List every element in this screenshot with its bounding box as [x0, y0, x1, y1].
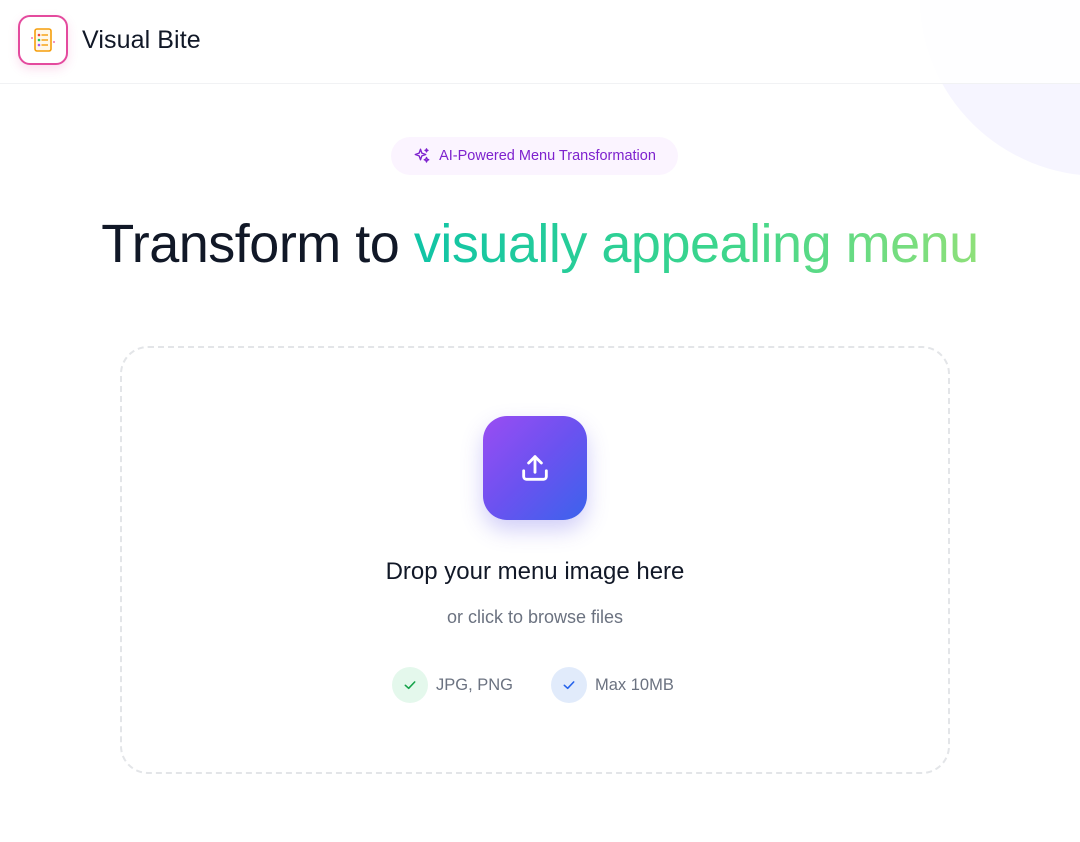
- sparkles-icon: [414, 148, 430, 163]
- size-chip: Max 10MB: [551, 667, 674, 703]
- top-header: Visual Bite: [0, 0, 1080, 84]
- hero-heading: Transform to visually appealing menu: [0, 210, 1080, 278]
- format-check-badge: [392, 667, 428, 703]
- browse-files-link[interactable]: or click to browse files: [0, 605, 1070, 629]
- format-chip-label: JPG, PNG: [436, 675, 514, 694]
- check-icon: [563, 681, 575, 690]
- upload-icon: [522, 455, 548, 481]
- size-chip-label: Max 10MB: [595, 675, 674, 694]
- badge-label: AI-Powered Menu Transformation: [439, 148, 656, 164]
- logo[interactable]: [18, 15, 68, 65]
- hero-highlight-text: visually appealing menu: [413, 214, 979, 274]
- ai-badge: AI-Powered Menu Transformation: [391, 137, 678, 175]
- app-page: Visual Bite AI-Powered Menu Transformati…: [0, 0, 1080, 842]
- check-icon: [404, 681, 416, 690]
- dropzone-title: Drop your menu image here: [385, 558, 685, 585]
- upload-button[interactable]: [483, 416, 587, 520]
- menu-card-icon: [31, 28, 55, 52]
- size-check-badge: [551, 667, 587, 703]
- brand-name[interactable]: Visual Bite: [82, 24, 201, 56]
- hero-plain-text: Transform to: [101, 214, 414, 274]
- format-chip: JPG, PNG: [392, 667, 513, 703]
